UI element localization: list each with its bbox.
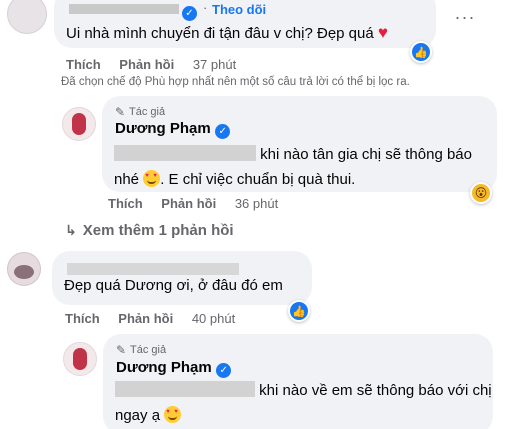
redacted-text (115, 381, 255, 397)
verified-icon: ✓ (182, 2, 197, 21)
reply-text: khi nào tân gia chị sẽ thông báo nhé ♥ ♥.… (114, 142, 472, 192)
reply-arrow-icon: ↳ (65, 222, 77, 238)
avatar[interactable] (62, 107, 96, 141)
avatar[interactable] (63, 342, 97, 376)
reply-button[interactable]: Phản hồi (118, 311, 173, 326)
like-reaction-icon[interactable]: 👍 (288, 300, 310, 322)
reply-button[interactable]: Phản hồi (161, 196, 216, 211)
avatar[interactable] (7, 0, 47, 34)
heart-eyes-emoji-icon: ♥ ♥ (143, 170, 161, 187)
verified-icon: ✓ (215, 120, 231, 139)
view-more-label: Xem thêm 1 phản hồi (82, 222, 234, 239)
reply-text-line2b: . E chỉ việc chuẩn bị quà thui. (160, 171, 356, 188)
reply-text-line2: ngay ạ (115, 407, 161, 424)
author-badge: Tác giả (130, 344, 167, 356)
heart-eyes-emoji-icon: ♥ ♥ (164, 406, 182, 423)
like-reaction-icon[interactable]: 👍 (410, 41, 432, 63)
comment-actions: Thích Phản hồi 37 phút (66, 57, 251, 72)
timestamp[interactable]: 36 phút (235, 196, 278, 211)
follow-link[interactable]: Theo dõi (212, 2, 266, 17)
follow-dot: · (203, 0, 208, 15)
comment-text-content: Ui nhà mình chuyển đi tận đâu v chị? Đẹp… (66, 25, 374, 42)
view-more-replies[interactable]: ↳ Xem thêm 1 phản hồi (65, 222, 234, 239)
comment-bubble: Đẹp quá Dương ơi, ở đâu đó em (52, 251, 312, 305)
reply-text-line2a: nhé (114, 171, 140, 188)
comment-text: Đẹp quá Dương ơi, ở đâu đó em (64, 277, 283, 294)
comment-text: Ui nhà mình chuyển đi tận đâu v chị? Đẹp… (66, 20, 388, 46)
timestamp[interactable]: 37 phút (193, 57, 236, 72)
reply-bubble: ✎ Tác giả Dương Phạm ✓ khi nào về em sẽ … (103, 334, 493, 429)
author-line: Dương Phạm ✓ (115, 120, 231, 139)
reply-button[interactable]: Phản hồi (119, 57, 174, 72)
redacted-text (114, 145, 256, 161)
author-badge: Tác giả (129, 106, 166, 118)
avatar[interactable] (7, 252, 41, 286)
comment-bubble: ✓ · Theo dõi Ui nhà mình chuyển đi tận đ… (54, 0, 436, 48)
like-button[interactable]: Thích (108, 196, 143, 211)
reply-actions: Thích Phản hồi 36 phút (108, 196, 293, 211)
timestamp[interactable]: 40 phút (192, 311, 235, 326)
redacted-name (69, 4, 179, 14)
reply-text-line1: khi nào tân gia chị sẽ thông báo (260, 146, 472, 163)
filter-notice: Đã chọn chế độ Phù hợp nhất nên một số c… (61, 76, 410, 88)
author-line: Dương Phạm ✓ (116, 359, 232, 378)
verified-icon: ✓ (216, 359, 232, 378)
pencil-icon: ✎ (115, 105, 126, 119)
reply-bubble: ✎ Tác giả Dương Phạm ✓ khi nào tân gia c… (102, 96, 497, 192)
reply-text-line1: khi nào về em sẽ thông báo với chị (259, 382, 492, 399)
author-name[interactable]: Dương Phạm (115, 120, 211, 137)
reply-text: khi nào về em sẽ thông báo với chị ngay … (115, 378, 492, 428)
pencil-icon: ✎ (116, 343, 127, 357)
heart-icon: ♥ (377, 23, 388, 42)
author-name[interactable]: Dương Phạm (116, 359, 212, 376)
comment-actions: Thích Phản hồi 40 phút (65, 311, 250, 326)
like-button[interactable]: Thích (65, 311, 100, 326)
wow-reaction-icon[interactable]: 😮 (470, 182, 492, 204)
more-icon[interactable]: ··· (450, 8, 480, 30)
like-button[interactable]: Thích (66, 57, 101, 72)
